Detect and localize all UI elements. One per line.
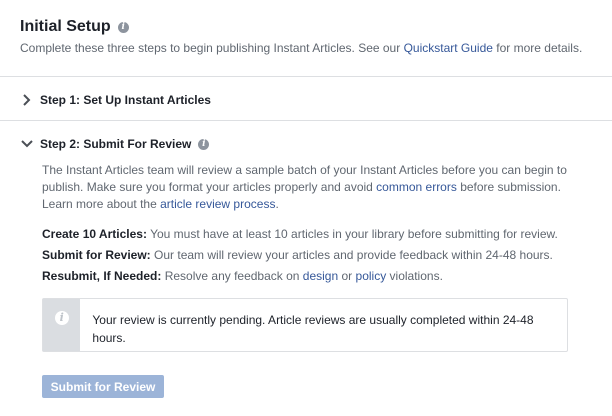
requirement-submit: Submit for Review: Our team will review … (42, 247, 553, 263)
divider (0, 120, 612, 121)
requirement-label: Submit for Review: (42, 248, 151, 262)
step-2-header[interactable]: Step 2: Submit For Review i (20, 135, 210, 153)
step-1-label: Step 1: Set Up Instant Articles (40, 93, 211, 107)
requirement-text: You must have at least 10 articles in yo… (150, 227, 558, 241)
requirement-text: violations. (386, 269, 443, 283)
requirement-text: Our team will review your articles and p… (154, 248, 553, 262)
info-icon: i (54, 311, 69, 325)
chevron-down-icon (21, 140, 33, 148)
step-2-label: Step 2: Submit For Review (40, 137, 192, 151)
info-icon[interactable]: i (198, 138, 210, 150)
intro-text: . (275, 197, 279, 211)
submit-for-review-button[interactable]: Submit for Review (42, 375, 164, 398)
notice-icon-column: i (43, 299, 81, 351)
notice-text: Your review is currently pending. Articl… (92, 313, 534, 345)
design-link[interactable]: design (303, 269, 338, 283)
chevron-right-icon (23, 94, 31, 106)
subtitle-text-end: for more details. (492, 41, 583, 55)
requirement-resubmit: Resubmit, If Needed: Resolve any feedbac… (42, 268, 443, 284)
setup-header: Initial Setup i Complete these three ste… (20, 14, 605, 56)
page-subtitle: Complete these three steps to begin publ… (20, 40, 605, 56)
review-intro: The Instant Articles team will review a … (42, 162, 587, 213)
divider (0, 76, 612, 77)
quickstart-guide-link[interactable]: Quickstart Guide (404, 41, 493, 55)
info-icon[interactable]: i (117, 21, 129, 33)
subtitle-text: Complete these three steps to begin publ… (20, 41, 404, 55)
requirement-label: Create 10 Articles: (42, 227, 147, 241)
policy-link[interactable]: policy (356, 269, 387, 283)
review-pending-notice: i Your review is currently pending. Arti… (42, 298, 568, 352)
requirement-text: or (338, 269, 356, 283)
requirement-label: Resubmit, If Needed: (42, 269, 162, 283)
step-1-header[interactable]: Step 1: Set Up Instant Articles (20, 91, 211, 109)
page-title: Initial Setup (20, 18, 111, 35)
requirement-text: Resolve any feedback on (164, 269, 303, 283)
article-review-process-link[interactable]: article review process (160, 197, 275, 211)
requirement-create: Create 10 Articles: You must have at lea… (42, 226, 558, 242)
common-errors-link[interactable]: common errors (376, 180, 457, 194)
